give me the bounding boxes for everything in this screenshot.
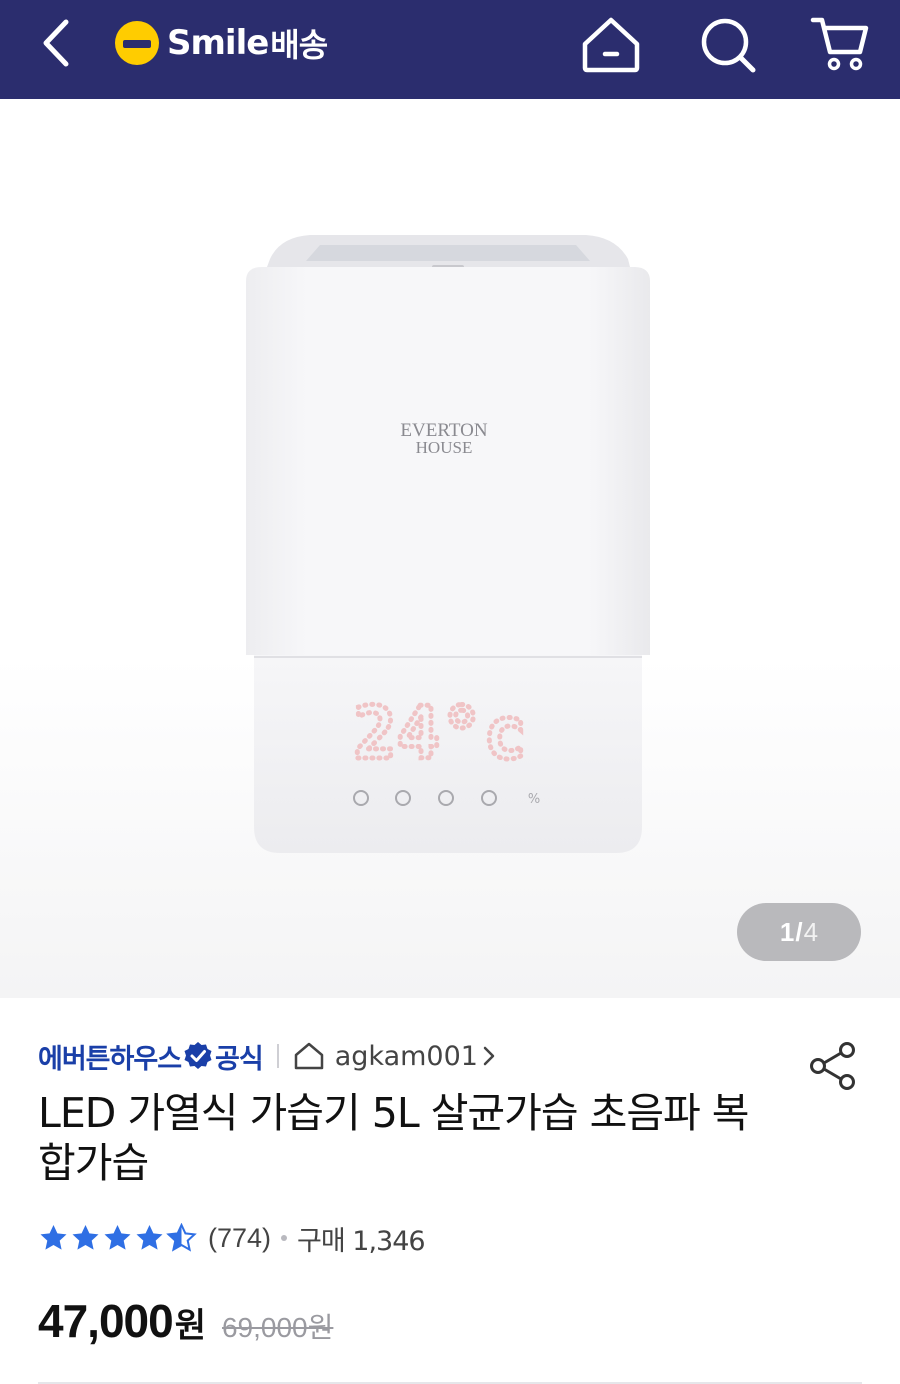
brand-link[interactable]: 에버튼하우스 (38, 1037, 182, 1076)
half-star-icon (166, 1223, 197, 1252)
seller-info-row: 에버튼하우스 공식 agkam001 (38, 1036, 496, 1076)
product-image-gallery[interactable]: EVERTON HOUSE 24°c % 1/4 (0, 99, 900, 998)
divider (276, 1044, 279, 1068)
total-pages: 4 (803, 916, 819, 947)
star-icon (40, 1225, 67, 1250)
current-page: 1 (779, 916, 795, 947)
original-price: 69,000원 (221, 1312, 334, 1343)
svg-text:%: % (528, 792, 540, 807)
review-count[interactable]: (774) (208, 1223, 271, 1254)
official-label: 공식 (215, 1043, 264, 1075)
home-icon (582, 17, 640, 73)
store-link[interactable]: agkam001 (335, 1041, 478, 1072)
back-icon (43, 19, 69, 67)
star-icon (136, 1225, 163, 1250)
store-home-icon (294, 1042, 323, 1070)
page-separator: / (795, 916, 803, 947)
cart-button[interactable] (810, 14, 872, 76)
top-app-bar: Smile 배송 (0, 0, 900, 99)
price-unit: 원 (174, 1306, 206, 1346)
smile-logo-icon (115, 21, 159, 65)
product-title: LED 가열식 가습기 5L 살균가습 초음파 복합가습 (38, 1089, 750, 1187)
cart-icon (810, 17, 869, 71)
verified-badge-icon (184, 1042, 212, 1069)
svg-text:HOUSE: HOUSE (416, 438, 473, 457)
share-icon (810, 1042, 855, 1090)
sale-price: 47,000 (38, 1295, 174, 1347)
star-icon (72, 1225, 99, 1250)
search-icon (701, 18, 756, 73)
rating-row[interactable]: (774) 구매 1,346 (38, 1218, 426, 1258)
back-button[interactable] (36, 18, 80, 68)
chevron-right-icon (483, 1046, 495, 1066)
rating-stars (38, 1223, 198, 1253)
image-page-indicator: 1/4 (737, 903, 861, 961)
smile-delivery-logo[interactable]: Smile 배송 (113, 18, 328, 68)
home-button[interactable] (580, 14, 642, 76)
separator-dot (281, 1235, 288, 1241)
logo-text: Smile (167, 23, 269, 63)
star-icon (104, 1225, 131, 1250)
logo-sub-text: 배송 (270, 26, 328, 64)
purchase-count: 구매 1,346 (297, 1225, 426, 1257)
share-button[interactable] (806, 1040, 860, 1092)
search-button[interactable] (697, 14, 759, 76)
humidifier-product-image: EVERTON HOUSE 24°c % (246, 235, 650, 853)
price-row: 47,000 원 69,000원 (38, 1294, 333, 1354)
svg-text:24°c: 24°c (353, 691, 526, 775)
